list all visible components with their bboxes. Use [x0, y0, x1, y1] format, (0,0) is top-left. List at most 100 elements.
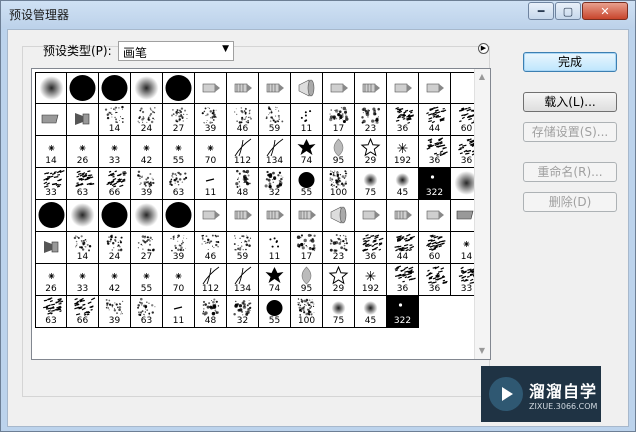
brush-preset-item[interactable]: 11 — [195, 168, 227, 200]
brush-preset-item[interactable]: 55 — [163, 136, 195, 168]
brush-preset-item[interactable]: 29 — [355, 136, 387, 168]
brush-preset-item[interactable]: 14 — [35, 136, 67, 168]
brush-preset-item[interactable]: 74 — [259, 264, 291, 296]
brush-preset-item[interactable]: 63 — [131, 296, 163, 328]
brush-preset-item[interactable] — [323, 200, 355, 232]
brush-preset-item[interactable] — [131, 72, 163, 104]
brush-preset-item[interactable]: 55 — [291, 168, 323, 200]
brush-preset-item[interactable]: 75 — [323, 296, 355, 328]
brush-preset-item[interactable]: 134 — [259, 136, 291, 168]
brush-preset-item[interactable]: 27 — [163, 104, 195, 136]
brush-preset-item[interactable] — [387, 72, 419, 104]
brush-preset-item[interactable]: 11 — [259, 232, 291, 264]
brush-preset-item[interactable] — [387, 200, 419, 232]
brush-preset-item[interactable]: 45 — [387, 168, 419, 200]
save-set-button[interactable]: 存储设置(S)... — [523, 122, 617, 142]
brush-preset-item[interactable]: 48 — [195, 296, 227, 328]
brush-preset-item[interactable] — [67, 104, 99, 136]
brush-preset-item[interactable]: 32 — [259, 168, 291, 200]
brush-preset-item[interactable]: 27 — [131, 232, 163, 264]
brush-preset-item[interactable]: 39 — [195, 104, 227, 136]
brush-preset-item[interactable]: 36 — [387, 104, 419, 136]
brush-preset-item[interactable]: 322 — [419, 168, 451, 200]
brush-preset-item[interactable]: 46 — [195, 232, 227, 264]
brush-preset-item[interactable]: 74 — [291, 136, 323, 168]
brush-preset-item[interactable] — [99, 72, 131, 104]
brush-preset-item[interactable]: 46 — [227, 104, 259, 136]
scroll-down-icon[interactable]: ▼ — [477, 346, 487, 356]
brush-preset-item[interactable]: 17 — [291, 232, 323, 264]
brush-preset-item[interactable]: 14 — [67, 232, 99, 264]
brush-preset-item[interactable]: 23 — [323, 232, 355, 264]
minimize-button[interactable]: ━ — [528, 2, 554, 20]
brush-preset-item[interactable] — [419, 72, 451, 104]
brush-preset-item[interactable]: 100 — [323, 168, 355, 200]
brush-preset-item[interactable]: 48 — [227, 168, 259, 200]
brush-preset-item[interactable] — [35, 72, 67, 104]
brush-preset-item[interactable]: 17 — [323, 104, 355, 136]
brush-preset-item[interactable] — [163, 200, 195, 232]
brush-preset-item[interactable]: 39 — [99, 296, 131, 328]
load-button[interactable]: 载入(L)... — [523, 92, 617, 112]
brush-preset-item[interactable]: 42 — [99, 264, 131, 296]
brush-preset-item[interactable]: 14 — [99, 104, 131, 136]
brush-preset-item[interactable]: 70 — [163, 264, 195, 296]
brush-preset-item[interactable]: 63 — [67, 168, 99, 200]
brush-preset-item[interactable]: 192 — [355, 264, 387, 296]
brush-preset-item[interactable]: 70 — [195, 136, 227, 168]
brush-preset-item[interactable]: 36 — [355, 232, 387, 264]
brush-preset-list[interactable]: 14 24 27 39 46 59 11 17 23 36 44 60 14 26 33 42 55 70 112 1… — [31, 68, 491, 360]
brush-preset-item[interactable]: 192 — [387, 136, 419, 168]
brush-preset-item[interactable] — [227, 72, 259, 104]
brush-preset-item[interactable]: 26 — [35, 264, 67, 296]
brush-preset-item[interactable] — [67, 72, 99, 104]
brush-preset-item[interactable]: 24 — [99, 232, 131, 264]
brush-preset-item[interactable]: 66 — [67, 296, 99, 328]
brush-preset-item[interactable]: 33 — [67, 264, 99, 296]
brush-preset-item[interactable]: 36 — [419, 264, 451, 296]
brush-preset-item[interactable]: 11 — [163, 296, 195, 328]
brush-preset-item[interactable] — [259, 72, 291, 104]
brush-preset-item[interactable]: 44 — [387, 232, 419, 264]
brush-preset-item[interactable]: 32 — [227, 296, 259, 328]
brush-preset-item[interactable]: 36 — [387, 264, 419, 296]
brush-preset-item[interactable]: 33 — [99, 136, 131, 168]
brush-preset-item[interactable]: 33 — [35, 168, 67, 200]
brush-preset-item[interactable]: 95 — [323, 136, 355, 168]
brush-preset-item[interactable] — [35, 200, 67, 232]
brush-preset-item[interactable] — [163, 72, 195, 104]
brush-preset-item[interactable]: 63 — [163, 168, 195, 200]
maximize-button[interactable]: ▢ — [555, 2, 581, 20]
brush-preset-item[interactable] — [67, 200, 99, 232]
brush-preset-item[interactable] — [419, 200, 451, 232]
preset-type-select[interactable]: 画笔 ▼ — [118, 41, 234, 61]
brush-preset-item[interactable]: 11 — [291, 104, 323, 136]
brush-preset-item[interactable]: 29 — [323, 264, 355, 296]
done-button[interactable]: 完成 — [523, 52, 617, 72]
brush-preset-item[interactable]: 66 — [99, 168, 131, 200]
panel-menu-button[interactable]: ▶ — [478, 43, 489, 54]
brush-preset-item[interactable]: 55 — [131, 264, 163, 296]
brush-preset-item[interactable]: 36 — [419, 136, 451, 168]
brush-preset-item[interactable]: 322 — [387, 296, 419, 328]
brush-preset-item[interactable]: 134 — [227, 264, 259, 296]
scroll-up-icon[interactable]: ▲ — [477, 72, 487, 82]
brush-preset-item[interactable] — [131, 200, 163, 232]
brush-preset-item[interactable]: 100 — [291, 296, 323, 328]
brush-preset-item[interactable]: 95 — [291, 264, 323, 296]
brush-preset-item[interactable]: 45 — [355, 296, 387, 328]
brush-preset-item[interactable]: 55 — [259, 296, 291, 328]
brush-preset-item[interactable] — [355, 72, 387, 104]
brush-preset-item[interactable]: 60 — [419, 232, 451, 264]
brush-preset-item[interactable] — [291, 200, 323, 232]
delete-button[interactable]: 删除(D) — [523, 192, 617, 212]
brush-preset-item[interactable]: 112 — [195, 264, 227, 296]
brush-preset-item[interactable] — [291, 72, 323, 104]
brush-preset-item[interactable] — [35, 104, 67, 136]
brush-preset-item[interactable] — [227, 200, 259, 232]
brush-preset-item[interactable]: 44 — [419, 104, 451, 136]
brush-preset-item[interactable]: 39 — [163, 232, 195, 264]
brush-preset-item[interactable]: 23 — [355, 104, 387, 136]
brush-preset-item[interactable]: 26 — [67, 136, 99, 168]
brush-preset-item[interactable] — [355, 200, 387, 232]
